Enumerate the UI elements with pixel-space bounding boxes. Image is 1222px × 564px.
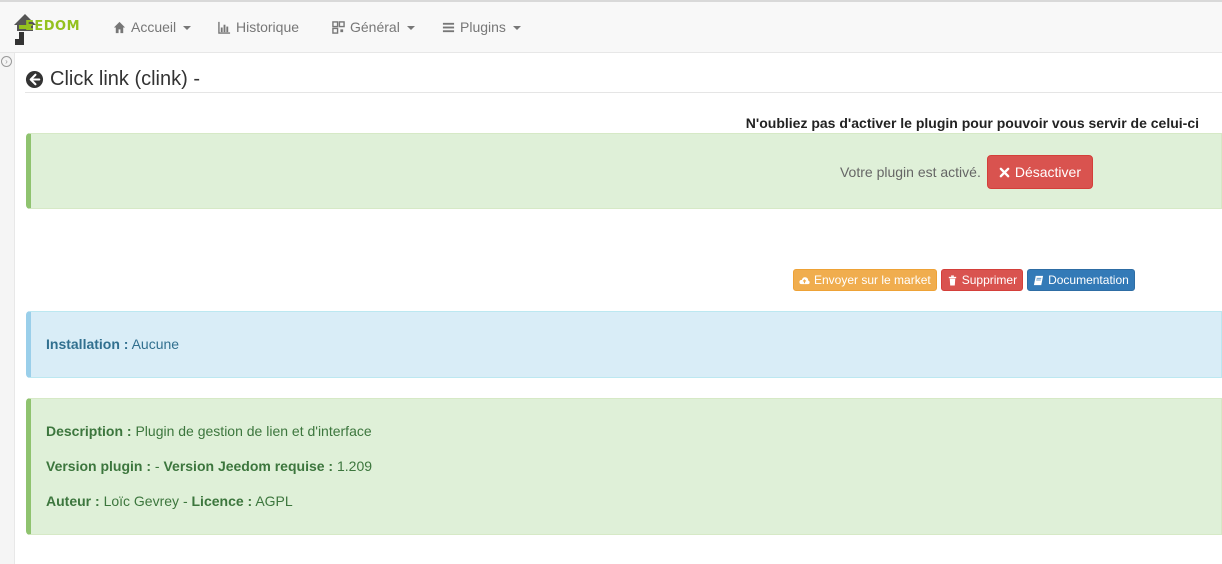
delete-button[interactable]: Supprimer <box>940 269 1024 291</box>
activation-panel: Votre plugin est activé. Désactiver <box>26 133 1222 209</box>
logo-text: EEDOM <box>25 19 81 34</box>
required-version-label: Version Jeedom requise : <box>163 458 334 474</box>
installation-line: Installation : Aucune <box>46 336 179 352</box>
arrow-circle-right-icon[interactable]: › <box>1 56 12 67</box>
description-value: Plugin de gestion de lien et d'interface <box>135 423 372 439</box>
nav-accueil-label: Accueil <box>131 19 177 35</box>
nav-accueil[interactable]: Accueil <box>113 19 192 35</box>
send-to-market-button[interactable]: Envoyer sur le market <box>793 269 937 291</box>
author-value: Loïc Gevrey <box>103 493 180 509</box>
book-icon <box>1033 275 1044 285</box>
arrow-circle-left-icon[interactable] <box>25 70 44 89</box>
qrcode-icon <box>332 20 345 34</box>
activation-warning: N'oubliez pas d'activer le plugin pour p… <box>745 115 1199 131</box>
left-sidebar-toggle-bar: › <box>0 53 15 564</box>
required-version-value: 1.209 <box>336 458 373 474</box>
plugin-actions: Envoyer sur le market Supprimer Document… <box>793 269 1135 291</box>
nav-general[interactable]: Général <box>332 19 415 35</box>
installation-panel: Installation : Aucune <box>26 311 1222 378</box>
page-title-text: Click link (clink) - <box>50 67 200 90</box>
list-icon <box>442 22 455 32</box>
licence-value: AGPL <box>255 493 293 509</box>
description-label: Description : <box>46 423 132 439</box>
version-value: - <box>154 458 160 474</box>
chevron-down-icon <box>406 26 415 30</box>
author-separator: - <box>182 493 188 509</box>
bar-chart-icon <box>218 21 231 34</box>
activation-status: Votre plugin est activé. Désactiver <box>840 155 1093 189</box>
delete-label: Supprimer <box>961 273 1018 287</box>
nav-historique[interactable]: Historique <box>218 19 299 35</box>
nav-plugins[interactable]: Plugins <box>442 19 521 35</box>
top-navbar: EEDOM Accueil Historique Général Plugins <box>0 0 1222 53</box>
title-divider <box>25 92 1222 93</box>
send-to-market-label: Envoyer sur le market <box>814 273 931 287</box>
version-label: Version plugin : <box>46 458 152 474</box>
nav-plugins-label: Plugins <box>460 19 506 35</box>
installation-label: Installation : <box>46 336 129 352</box>
documentation-label: Documentation <box>1048 273 1129 287</box>
version-line: Version plugin : - Version Jeedom requis… <box>46 458 372 474</box>
nav-historique-label: Historique <box>236 19 300 35</box>
deactivate-button[interactable]: Désactiver <box>986 155 1093 189</box>
description-line: Description : Plugin de gestion de lien … <box>46 423 372 439</box>
author-label: Auteur : <box>46 493 100 509</box>
chevron-down-icon <box>183 26 192 30</box>
documentation-button[interactable]: Documentation <box>1027 269 1135 291</box>
times-icon <box>999 167 1010 177</box>
licence-label: Licence : <box>191 493 253 509</box>
activation-status-text: Votre plugin est activé. <box>839 164 981 180</box>
trash-icon <box>948 274 956 286</box>
nav-general-label: Général <box>350 19 400 35</box>
author-line: Auteur : Loïc Gevrey - Licence : AGPL <box>46 493 293 509</box>
home-icon <box>113 21 126 33</box>
installation-value: Aucune <box>131 336 180 352</box>
cloud-upload-icon <box>799 276 810 284</box>
page-title: Click link (clink) - <box>25 65 200 93</box>
deactivate-label: Désactiver <box>1014 164 1081 180</box>
chevron-down-icon <box>512 26 521 30</box>
plugin-details-panel: Description : Plugin de gestion de lien … <box>26 398 1222 535</box>
